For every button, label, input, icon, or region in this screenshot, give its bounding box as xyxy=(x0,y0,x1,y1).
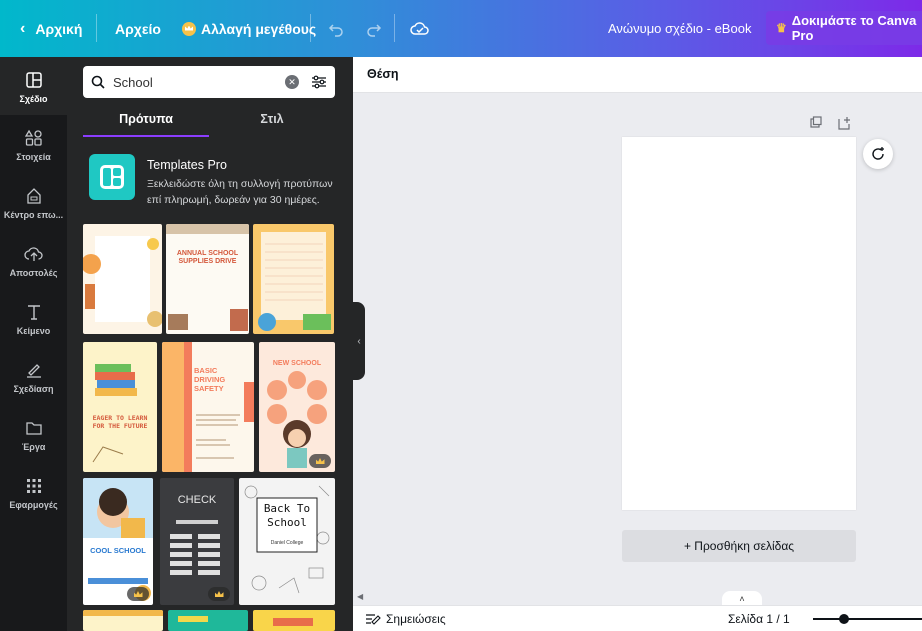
bottom-bar: Σημειώσεις Σελίδα 1 / 1 xyxy=(353,605,922,631)
collapse-panel-handle[interactable]: ‹ xyxy=(353,302,365,380)
draw-icon xyxy=(23,359,45,381)
redo-icon xyxy=(367,23,382,37)
notes-button[interactable]: Σημειώσεις xyxy=(365,612,446,626)
promo-title: Templates Pro xyxy=(147,158,227,172)
comment-add-icon xyxy=(872,147,884,160)
refresh-comment-button[interactable] xyxy=(863,139,893,169)
crown-icon xyxy=(182,21,196,36)
divider xyxy=(310,14,311,42)
tab-styles[interactable]: Στιλ xyxy=(209,107,335,137)
design-page[interactable] xyxy=(622,137,856,510)
template-thumbnail[interactable]: Back To School Daniel College xyxy=(239,478,335,605)
template-thumbnail[interactable]: ANNUAL SCHOOL SUPPLIES DRIVE xyxy=(166,224,249,334)
crown-icon: ♛ xyxy=(776,21,787,35)
pro-badge xyxy=(208,587,230,601)
undo-icon xyxy=(328,23,343,37)
text-icon xyxy=(23,301,45,323)
page-counter[interactable]: Σελίδα 1 / 1 xyxy=(728,612,790,626)
file-menu-button[interactable]: Αρχείο xyxy=(115,0,161,57)
search-icon xyxy=(91,75,105,89)
resize-button[interactable]: Αλλαγή μεγέθους xyxy=(182,0,316,57)
pro-badge xyxy=(127,587,149,601)
clear-icon[interactable]: ✕ xyxy=(285,75,299,89)
template-thumbnail[interactable]: NEW SCHOOL xyxy=(259,342,335,472)
template-thumbnail[interactable] xyxy=(168,610,248,631)
divider xyxy=(394,14,395,42)
template-thumbnail[interactable]: EAGER TO LEARN FOR THE FUTURE xyxy=(83,342,157,472)
zoom-slider[interactable] xyxy=(813,618,922,620)
rail-item-text[interactable]: Κείμενο xyxy=(0,289,67,347)
search-input[interactable]: School ✕ xyxy=(83,66,335,98)
upload-cloud-icon xyxy=(23,243,45,265)
add-page-button[interactable]: + Προσθήκη σελίδας xyxy=(622,530,856,562)
panel-tabs: Πρότυπα Στιλ xyxy=(83,107,335,137)
try-canva-pro-button[interactable]: ♛ Δοκιμάστε το Canva Pro xyxy=(766,11,922,45)
rail-item-apps[interactable]: Εφαρμογές xyxy=(0,463,67,521)
editor-toolbar: Θέση xyxy=(353,57,922,93)
brand-icon xyxy=(23,185,45,207)
template-thumbnail[interactable] xyxy=(253,224,334,334)
chevron-left-icon: ‹ xyxy=(357,335,361,347)
cloud-check-icon xyxy=(410,21,429,35)
tab-templates[interactable]: Πρότυπα xyxy=(83,107,209,137)
save-status-button[interactable] xyxy=(410,0,430,57)
position-button[interactable]: Θέση xyxy=(367,67,399,81)
templates-pro-promo[interactable]: Templates Pro Ξεκλειδώστε όλη τη συλλογή… xyxy=(89,154,339,206)
templates-pro-logo xyxy=(89,154,135,200)
template-thumbnail[interactable]: COOL SCHOOL xyxy=(83,478,153,605)
doc-title[interactable]: Ανώνυμο σχέδιο - eBook xyxy=(608,0,751,57)
apps-grid-icon xyxy=(23,475,45,497)
top-bar: ‹ Αρχική Αρχείο Αλλαγή μεγέθους Ανώνυμο … xyxy=(0,0,922,57)
redo-button[interactable] xyxy=(366,0,382,57)
rail-item-brand[interactable]: Κέντρο επω... xyxy=(0,173,67,231)
template-thumbnail[interactable]: BASIC DRIVING SAFETY xyxy=(162,342,254,472)
rail-item-projects[interactable]: Έργα xyxy=(0,405,67,463)
folder-icon xyxy=(23,417,45,439)
undo-button[interactable] xyxy=(328,0,344,57)
template-thumbnail[interactable] xyxy=(83,610,163,631)
rail-item-design[interactable]: Σχέδιο xyxy=(0,57,67,115)
add-page-icon[interactable] xyxy=(838,116,852,133)
rail-item-uploads[interactable]: Αποστολές xyxy=(0,231,67,289)
layout-icon xyxy=(23,69,45,91)
scroll-left-icon[interactable]: ◀ xyxy=(357,592,363,601)
home-button[interactable]: ‹ Αρχική xyxy=(20,0,82,57)
left-rail: Σχέδιο Στοιχεία Κέντρο επω... Αποστολές … xyxy=(0,57,67,631)
templates-panel: School ✕ Πρότυπα Στιλ Templates Pro Ξεκλ… xyxy=(67,57,353,631)
filter-icon[interactable] xyxy=(311,75,327,89)
duplicate-page-icon[interactable] xyxy=(810,116,822,131)
template-thumbnail[interactable]: CHECK xyxy=(160,478,234,605)
promo-description: Ξεκλειδώστε όλη τη συλλογή προτύπων επί … xyxy=(147,178,333,206)
shapes-icon xyxy=(23,127,45,149)
search-value: School xyxy=(113,74,153,90)
rail-item-elements[interactable]: Στοιχεία xyxy=(0,115,67,173)
zoom-slider-knob[interactable] xyxy=(839,614,849,624)
divider xyxy=(96,14,97,42)
template-thumbnail[interactable] xyxy=(253,610,335,631)
template-thumbnail[interactable] xyxy=(83,224,162,334)
rail-item-draw[interactable]: Σχεδίαση xyxy=(0,347,67,405)
notes-icon xyxy=(366,614,381,625)
pro-badge xyxy=(309,454,331,468)
chevron-left-icon: ‹ xyxy=(20,19,26,37)
